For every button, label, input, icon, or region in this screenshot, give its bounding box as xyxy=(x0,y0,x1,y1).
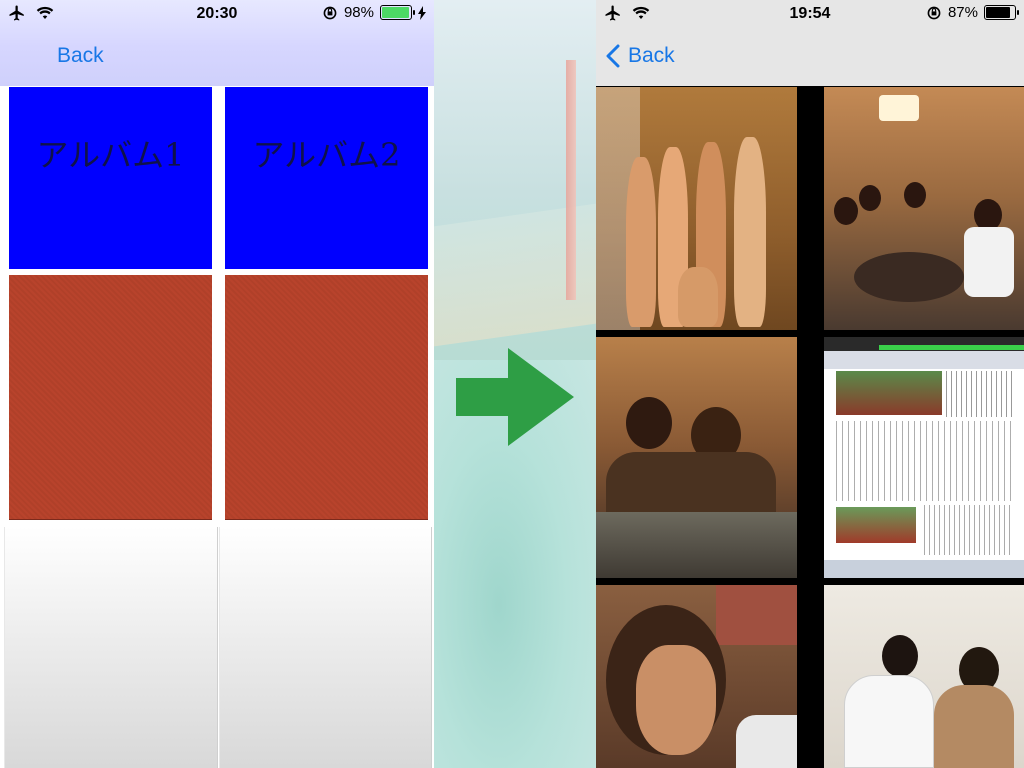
photo-detail xyxy=(836,421,1012,501)
photo-detail xyxy=(606,452,776,512)
photo-detail xyxy=(879,95,919,121)
photo-detail xyxy=(844,675,934,768)
photo-detail xyxy=(934,685,1014,768)
back-button[interactable]: Back xyxy=(57,44,104,68)
album-cover-1[interactable] xyxy=(9,275,212,520)
back-button-label: Back xyxy=(628,44,675,67)
battery-percentage: 98% xyxy=(343,4,374,21)
photo-detail xyxy=(736,715,797,768)
photo-detail xyxy=(824,560,1024,578)
photo-thumbnail[interactable] xyxy=(824,87,1024,330)
photo-detail xyxy=(882,635,918,677)
album-list-screen: 20:30 98% Back アルバム1 アルバム2 xyxy=(0,0,434,768)
photo-detail xyxy=(879,345,1024,350)
photo-detail xyxy=(859,185,881,211)
photo-thumbnail[interactable] xyxy=(596,337,797,578)
album-tile-label: アルバム2 xyxy=(252,136,401,174)
right-arrow-icon xyxy=(456,348,574,446)
photo-thumbnail[interactable] xyxy=(824,337,1024,578)
status-bar: 20:30 98% xyxy=(0,0,434,28)
rotation-lock-icon xyxy=(323,6,337,19)
photo-detail xyxy=(734,137,766,327)
battery-percentage: 87% xyxy=(947,4,978,21)
photo-detail xyxy=(964,227,1014,297)
rotation-lock-icon xyxy=(927,6,941,19)
empty-slot-2 xyxy=(219,527,432,768)
photo-detail xyxy=(636,645,716,755)
photo-detail xyxy=(836,507,916,543)
album-tile-1[interactable]: アルバム1 xyxy=(9,87,212,269)
photo-detail xyxy=(626,397,672,449)
photo-detail xyxy=(946,371,1012,417)
photo-detail xyxy=(836,371,942,415)
photo-thumbnail[interactable] xyxy=(596,585,797,768)
battery-icon xyxy=(380,5,415,20)
photo-thumbnail[interactable] xyxy=(824,585,1024,768)
back-chevron-icon xyxy=(606,44,620,68)
photo-thumbnail[interactable] xyxy=(596,87,797,330)
back-button-label: Back xyxy=(57,44,104,67)
back-button[interactable]: Back xyxy=(606,44,675,68)
photo-detail xyxy=(678,267,718,327)
photo-detail xyxy=(824,351,1024,369)
photo-detail xyxy=(716,585,797,645)
photo-detail xyxy=(596,512,797,578)
charging-icon xyxy=(418,5,426,20)
status-bar: 19:54 87% xyxy=(596,0,1024,28)
album-tile-2[interactable]: アルバム2 xyxy=(225,87,428,269)
photo-detail xyxy=(626,157,656,327)
photo-detail xyxy=(924,505,1012,555)
photo-detail xyxy=(854,252,964,302)
album-tile-label: アルバム1 xyxy=(36,136,185,174)
empty-slot-1 xyxy=(4,527,218,768)
album-cover-2[interactable] xyxy=(225,275,428,520)
photo-grid-screen: 19:54 87% Back xyxy=(596,0,1024,768)
photo-detail xyxy=(834,197,858,225)
mast-image xyxy=(566,60,576,300)
battery-icon xyxy=(984,5,1019,20)
photo-detail xyxy=(904,182,926,208)
